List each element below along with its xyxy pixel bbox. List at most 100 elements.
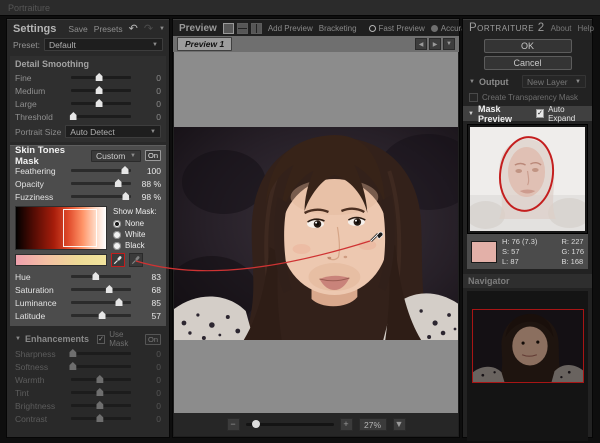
- radio-icon[interactable]: [113, 242, 121, 250]
- radio-option[interactable]: Black: [113, 240, 161, 251]
- slider-track[interactable]: [71, 404, 131, 407]
- use-mask-checkbox[interactable]: ✓: [97, 335, 105, 344]
- pick-skin-tone-eyedropper-button[interactable]: [111, 253, 125, 267]
- slider-handle[interactable]: [115, 179, 122, 187]
- zoom-out-button[interactable]: −: [227, 418, 240, 431]
- slider-handle[interactable]: [106, 285, 113, 293]
- slider-track[interactable]: [71, 288, 131, 291]
- slider-handle[interactable]: [99, 311, 106, 319]
- mask-preview-collapse-triangle-icon[interactable]: ▼: [468, 111, 474, 117]
- radio-option[interactable]: White: [113, 229, 161, 240]
- skin-tone-gradient-picker[interactable]: [15, 206, 107, 250]
- zoom-level-value[interactable]: 27%: [359, 418, 387, 431]
- preset-row: Preset: Default ▼: [7, 36, 169, 53]
- preset-dropdown[interactable]: Default ▼: [44, 38, 163, 51]
- slider-label: Fuzziness: [15, 192, 67, 202]
- tab-list-caret-button[interactable]: ▼: [443, 38, 455, 50]
- slider-track[interactable]: [71, 195, 131, 198]
- mask-color-info: H: 76 (7.3) S: 57 L: 87 R: 227 G: 176 B:…: [467, 234, 588, 269]
- add-skin-tone-eyedropper-button[interactable]: [129, 253, 143, 267]
- redo-icon[interactable]: ↷: [144, 24, 153, 34]
- slider-track[interactable]: [71, 89, 131, 92]
- cancel-button[interactable]: Cancel: [484, 56, 572, 70]
- slider-track[interactable]: [71, 391, 131, 394]
- show-mask-label: Show Mask:: [113, 207, 161, 216]
- zoom-level-caret-button[interactable]: ▼: [393, 418, 406, 431]
- slider-track[interactable]: [71, 417, 131, 420]
- vertical-split-layout-icon[interactable]: [251, 23, 262, 34]
- slider-handle[interactable]: [122, 192, 129, 200]
- slider-track[interactable]: [71, 169, 131, 172]
- slider-handle[interactable]: [96, 73, 103, 81]
- output-dropdown[interactable]: New Layer ▼: [522, 75, 586, 88]
- preview-canvas[interactable]: [174, 52, 458, 413]
- slider-handle[interactable]: [96, 414, 103, 422]
- radio-option[interactable]: None: [113, 218, 161, 229]
- fast-preview-radio-icon[interactable]: [369, 25, 376, 32]
- slider-handle[interactable]: [96, 99, 103, 107]
- slider-handle[interactable]: [122, 166, 129, 174]
- slider-track[interactable]: [71, 365, 131, 368]
- portrait-size-dropdown[interactable]: Auto Detect ▼: [65, 125, 161, 138]
- zoom-slider-handle[interactable]: [252, 420, 260, 428]
- tab-scroll-left-button[interactable]: ◀: [415, 38, 427, 50]
- slider-handle[interactable]: [116, 298, 123, 306]
- presets-button[interactable]: Presets: [94, 24, 123, 34]
- accurate-radio-icon[interactable]: [431, 25, 438, 32]
- slider-label: Fine: [15, 73, 67, 83]
- skin-tone-range-bar[interactable]: [15, 254, 107, 266]
- undo-icon[interactable]: ↶: [129, 24, 138, 34]
- slider-track[interactable]: [71, 301, 131, 304]
- slider-row: Latitude 57: [15, 309, 161, 322]
- help-link[interactable]: Help: [578, 24, 594, 33]
- slider-handle[interactable]: [96, 388, 103, 396]
- hue-value: H: 76 (7.3): [502, 237, 556, 246]
- collapse-triangle-icon[interactable]: ▼: [15, 336, 21, 342]
- sampled-color-swatch: [471, 241, 497, 263]
- fast-preview-radio[interactable]: Fast Preview: [369, 24, 425, 33]
- enhancements-on-toggle[interactable]: On: [145, 334, 161, 345]
- slider-track[interactable]: [71, 314, 131, 317]
- gradient-selection-rect[interactable]: [63, 209, 97, 247]
- slider-track[interactable]: [71, 378, 131, 381]
- slider-track[interactable]: [71, 102, 131, 105]
- slider-label: Medium: [15, 86, 67, 96]
- slider-handle[interactable]: [96, 86, 103, 94]
- slider-track[interactable]: [71, 76, 131, 79]
- slider-handle[interactable]: [96, 375, 103, 383]
- radio-icon[interactable]: [113, 231, 121, 239]
- radio-icon[interactable]: [113, 220, 121, 228]
- slider-track[interactable]: [71, 115, 131, 118]
- horizontal-split-layout-icon[interactable]: [237, 23, 248, 34]
- slider-row: Fuzziness 98 %: [15, 190, 161, 203]
- settings-title: Settings: [13, 23, 56, 35]
- settings-menu-caret-icon[interactable]: ▼: [159, 26, 165, 32]
- slider-label: Tint: [15, 388, 67, 398]
- slider-handle[interactable]: [69, 349, 76, 357]
- add-preview-button[interactable]: Add Preview: [268, 24, 313, 33]
- slider-handle[interactable]: [69, 362, 76, 370]
- single-pane-layout-icon[interactable]: [223, 23, 234, 34]
- zoom-slider-track[interactable]: [246, 423, 334, 426]
- save-button[interactable]: Save: [68, 24, 87, 34]
- zoom-in-button[interactable]: +: [340, 418, 353, 431]
- slider-handle[interactable]: [96, 401, 103, 409]
- slider-handle[interactable]: [92, 272, 99, 280]
- slider-track[interactable]: [71, 275, 131, 278]
- auto-expand-checkbox[interactable]: ✓: [536, 109, 544, 118]
- tab-scroll-right-button[interactable]: ▶: [429, 38, 441, 50]
- output-collapse-triangle-icon[interactable]: ▼: [469, 79, 475, 85]
- mask-preset-dropdown[interactable]: Custom ▼: [91, 150, 141, 162]
- mask-on-toggle[interactable]: On: [145, 150, 161, 161]
- slider-label: Contrast: [15, 414, 67, 424]
- slider-track[interactable]: [71, 352, 131, 355]
- about-link[interactable]: About: [551, 24, 572, 33]
- tab-preview-1[interactable]: Preview 1: [177, 37, 232, 51]
- bracketing-button[interactable]: Bracketing: [319, 24, 357, 33]
- navigator-viewport[interactable]: [472, 309, 584, 383]
- create-transparency-mask-checkbox[interactable]: [469, 93, 478, 102]
- ok-button[interactable]: OK: [484, 39, 572, 53]
- slider-track[interactable]: [71, 182, 131, 185]
- window-title: Portraiture: [0, 0, 600, 16]
- slider-handle[interactable]: [70, 112, 77, 120]
